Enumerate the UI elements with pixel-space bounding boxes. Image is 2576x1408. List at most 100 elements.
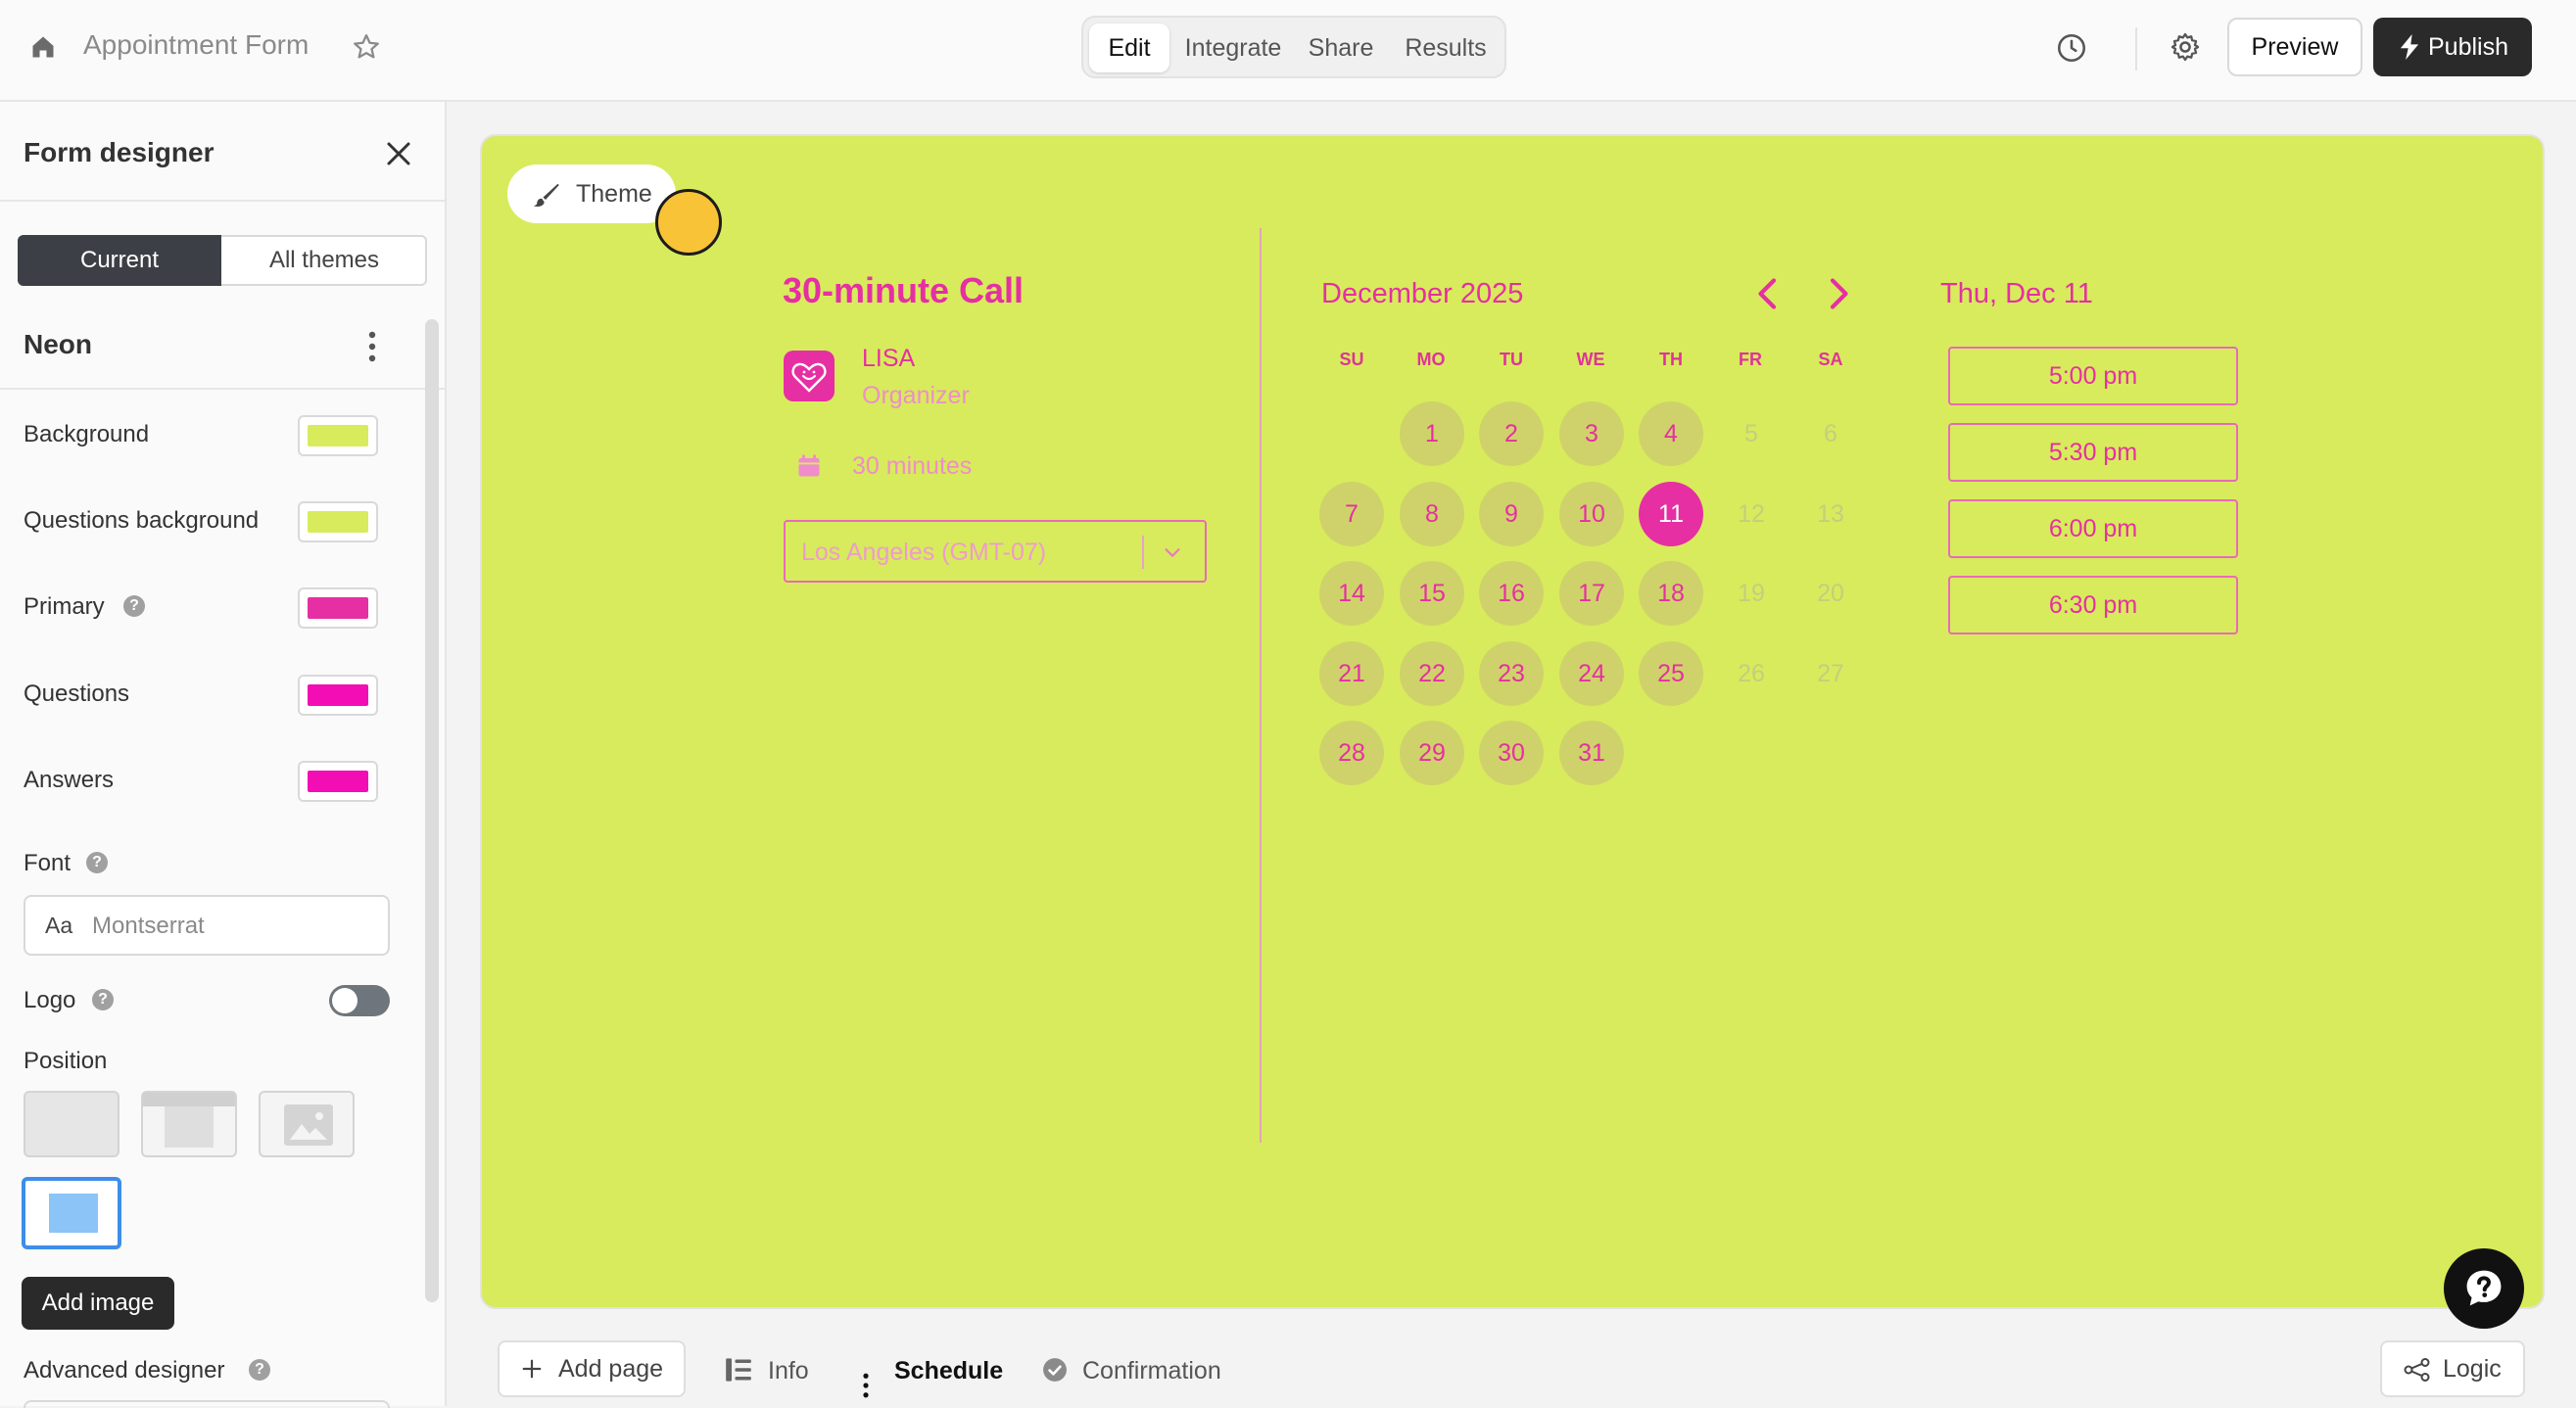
weekday-label: WE: [1576, 350, 1605, 369]
top-bar: Appointment Form Edit Integrate Share Re…: [0, 0, 2576, 102]
calendar-day[interactable]: 4: [1639, 401, 1703, 466]
weekday-label: TH: [1659, 350, 1683, 369]
calendar-day[interactable]: 7: [1319, 482, 1384, 546]
mode-tabs: Edit Integrate Share Results: [1081, 16, 1506, 78]
calendar-day[interactable]: 21: [1319, 641, 1384, 706]
theme-button[interactable]: Theme: [507, 164, 676, 223]
event-title: 30-minute Call: [783, 270, 1025, 310]
calendar-day[interactable]: 8: [1400, 482, 1464, 546]
position-option-none[interactable]: [24, 1091, 119, 1157]
calendar-day-selected[interactable]: 11: [1639, 482, 1703, 546]
calendar-day: 6: [1824, 420, 1837, 447]
time-slot-button[interactable]: 5:30 pm: [1948, 423, 2238, 482]
weekday-label: SA: [1818, 350, 1843, 369]
weekday-label: FR: [1739, 350, 1762, 369]
logic-label: Logic: [2443, 1355, 2502, 1383]
page-tab-schedule[interactable]: Schedule: [894, 1357, 1003, 1385]
calendar-day[interactable]: 10: [1559, 482, 1624, 546]
tab-integrate[interactable]: Integrate: [1177, 23, 1289, 72]
duration-label: 30 minutes: [852, 452, 973, 480]
scrollbar[interactable]: [425, 319, 439, 1302]
calendar-day[interactable]: 24: [1559, 641, 1624, 706]
calendar-day[interactable]: 14: [1319, 561, 1384, 626]
calendar-day: 20: [1817, 580, 1844, 607]
position-option-background[interactable]: [259, 1091, 355, 1157]
tab-all-themes[interactable]: All themes: [221, 235, 427, 286]
paintbrush-icon: [531, 182, 560, 208]
primary-color-swatch[interactable]: [298, 587, 378, 629]
calendar-day[interactable]: 29: [1400, 721, 1464, 785]
page-tab-confirmation[interactable]: Confirmation: [1082, 1357, 1221, 1385]
theme-name: Neon: [24, 329, 92, 359]
calendar-day[interactable]: 15: [1400, 561, 1464, 626]
calendar-day[interactable]: 23: [1479, 641, 1544, 706]
home-icon[interactable]: [29, 33, 57, 61]
time-slot-button[interactable]: 6:00 pm: [1948, 499, 2238, 558]
calendar-day: 5: [1744, 420, 1758, 447]
calendar-day[interactable]: 28: [1319, 721, 1384, 785]
logic-button[interactable]: Logic: [2380, 1340, 2525, 1397]
calendar-day[interactable]: 17: [1559, 561, 1624, 626]
position-label: Position: [24, 1048, 108, 1074]
chevron-left-icon[interactable]: [1753, 276, 1783, 311]
help-icon[interactable]: ?: [92, 989, 114, 1010]
calendar-day[interactable]: 2: [1479, 401, 1544, 466]
time-slot-button[interactable]: 5:00 pm: [1948, 347, 2238, 405]
history-icon[interactable]: [2055, 31, 2088, 65]
questions-color-swatch[interactable]: [298, 675, 378, 716]
time-slot-button[interactable]: 6:30 pm: [1948, 576, 2238, 634]
help-icon[interactable]: ?: [249, 1359, 270, 1381]
calendar-day[interactable]: 16: [1479, 561, 1544, 626]
column-divider: [1260, 228, 1262, 1143]
font-value: Montserrat: [92, 913, 205, 939]
gear-icon[interactable]: [2169, 30, 2202, 64]
tab-share[interactable]: Share: [1301, 23, 1381, 72]
panel-title: Form designer: [24, 137, 215, 167]
position-option-side[interactable]: [22, 1177, 121, 1249]
more-options-icon[interactable]: [366, 331, 378, 362]
preview-button[interactable]: Preview: [2227, 18, 2362, 76]
organizer-avatar: [784, 351, 835, 401]
help-icon[interactable]: ?: [86, 852, 108, 873]
form-title[interactable]: Appointment Form: [83, 29, 309, 61]
calendar-day[interactable]: 30: [1479, 721, 1544, 785]
advanced-designer-label[interactable]: Advanced designer: [24, 1357, 224, 1385]
calendar-day: 26: [1738, 660, 1765, 687]
timezone-select[interactable]: Los Angeles (GMT-07): [784, 520, 1207, 583]
star-icon[interactable]: [352, 32, 381, 62]
calendar-day[interactable]: 18: [1639, 561, 1703, 626]
font-prefix: Aa: [45, 913, 73, 938]
calendar-day: 27: [1817, 660, 1844, 687]
calendar-day[interactable]: 31: [1559, 721, 1624, 785]
calendar-day[interactable]: 22: [1400, 641, 1464, 706]
check-circle-icon: [1042, 1357, 1068, 1383]
drag-handle-icon[interactable]: [862, 1373, 870, 1398]
add-page-button[interactable]: Add page: [498, 1340, 686, 1397]
page-info-icon: [725, 1357, 752, 1383]
divider: [0, 200, 445, 202]
chevron-right-icon[interactable]: [1824, 276, 1853, 311]
tab-current[interactable]: Current: [18, 235, 221, 286]
tab-edit[interactable]: Edit: [1089, 23, 1169, 72]
questions-background-color-swatch[interactable]: [298, 501, 378, 542]
add-image-tooltip[interactable]: Add image: [22, 1277, 174, 1330]
answers-color-swatch[interactable]: [298, 761, 378, 802]
logo-toggle[interactable]: [329, 985, 390, 1016]
position-option-top[interactable]: [141, 1091, 237, 1157]
calendar-day[interactable]: 1: [1400, 401, 1464, 466]
calendar-day[interactable]: 3: [1559, 401, 1624, 466]
help-icon[interactable]: ?: [123, 595, 145, 617]
advanced-designer-field[interactable]: [24, 1400, 390, 1408]
calendar-day[interactable]: 9: [1479, 482, 1544, 546]
font-selector[interactable]: Aa Montserrat: [24, 895, 390, 956]
background-color-swatch[interactable]: [298, 415, 378, 456]
pointer-cursor: [655, 189, 722, 256]
close-icon[interactable]: [384, 139, 413, 168]
organizer-name: LISA: [862, 345, 916, 372]
plus-icon: [521, 1358, 543, 1380]
calendar-day[interactable]: 25: [1639, 641, 1703, 706]
help-chat-button[interactable]: [2444, 1248, 2524, 1329]
tab-results[interactable]: Results: [1395, 23, 1497, 72]
page-tab-info[interactable]: Info: [768, 1357, 809, 1385]
publish-button[interactable]: Publish: [2373, 18, 2532, 76]
